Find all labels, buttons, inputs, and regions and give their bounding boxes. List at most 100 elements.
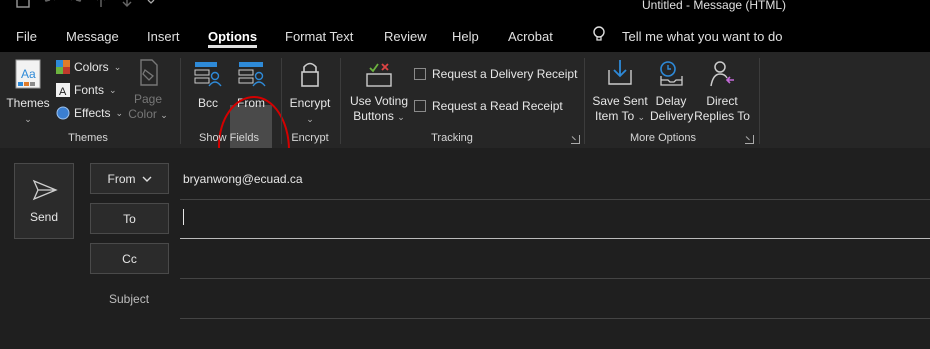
to-input-caret <box>183 209 184 225</box>
encrypt-label-text: Encrypt <box>289 96 331 110</box>
group-divider <box>584 58 585 144</box>
themes-icon: Aa <box>15 59 41 89</box>
from-row-divider <box>180 199 930 200</box>
page-color-label-2: Color ⌄ <box>128 107 168 123</box>
bcc-button[interactable]: Bcc <box>191 58 225 111</box>
tell-me-search[interactable]: Tell me what you want to do <box>622 29 782 44</box>
tab-help[interactable]: Help <box>452 29 479 44</box>
direct-label-1: Direct <box>706 94 738 108</box>
send-button[interactable]: Send <box>14 163 74 239</box>
customize-qat-icon[interactable] <box>146 0 162 10</box>
tab-acrobat[interactable]: Acrobat <box>508 29 553 44</box>
cc-button[interactable]: Cc <box>90 243 169 274</box>
group-divider <box>759 58 760 144</box>
from-icon <box>238 62 266 87</box>
checkbox-box[interactable] <box>414 68 426 80</box>
lock-icon <box>301 62 319 87</box>
svg-text:Aa: Aa <box>21 67 36 81</box>
voting-icon <box>366 63 392 87</box>
direct-replies-icon <box>710 61 734 87</box>
delay-delivery-button[interactable]: Delay Delivery <box>650 58 694 124</box>
encrypt-label: Encrypt <box>288 96 332 111</box>
to-button[interactable]: To <box>90 203 169 234</box>
lightbulb-icon <box>592 25 606 45</box>
active-tab-indicator <box>208 45 257 48</box>
fonts-icon: A <box>56 83 70 97</box>
group-divider <box>340 58 341 144</box>
from-dropdown-button[interactable]: From <box>90 163 169 194</box>
send-icon <box>32 179 58 201</box>
window-title: Untitled - Message (HTML) <box>642 0 787 12</box>
chevron-down-icon <box>142 176 151 182</box>
subject-label: Subject <box>109 292 150 306</box>
encrypt-button[interactable]: Encrypt ⌄ <box>288 58 332 127</box>
voting-label-2-text: Buttons <box>353 109 394 123</box>
cc-input[interactable] <box>180 278 930 279</box>
more-options-group-label: More Options <box>629 132 697 144</box>
colors-button[interactable]: Colors ⌄ <box>56 60 121 74</box>
effects-label: Effects <box>74 106 111 120</box>
page-color-button[interactable]: Page Color ⌄ <box>128 58 168 123</box>
checkbox-box[interactable] <box>414 100 426 112</box>
to-button-label: To <box>123 211 136 226</box>
themes-button[interactable]: Aa Themes ⌄ <box>6 58 50 127</box>
read-receipt-checkbox[interactable]: Request a Read Receipt <box>414 99 563 113</box>
down-arrow-icon[interactable] <box>120 0 136 10</box>
chevron-down-icon: ⌄ <box>397 112 405 122</box>
quick-access-toolbar <box>16 0 162 10</box>
use-voting-buttons-button[interactable]: Use Voting Buttons ⌄ <box>348 58 410 125</box>
tab-insert[interactable]: Insert <box>147 29 180 44</box>
delay-label-2: Delivery <box>650 109 694 123</box>
show-fields-group-label: Show Fields <box>199 132 259 144</box>
redo-icon[interactable] <box>68 0 84 10</box>
to-input[interactable] <box>180 238 930 239</box>
tab-format-text[interactable]: Format Text <box>285 29 353 44</box>
group-divider <box>281 58 282 144</box>
save-icon[interactable] <box>16 0 32 10</box>
save-sent-label-2-text: Item To <box>594 109 635 123</box>
tracking-group-label: Tracking <box>431 132 473 144</box>
from-address: bryanwong@ecuad.ca <box>183 172 303 186</box>
cc-button-label: Cc <box>122 251 137 266</box>
chevron-down-icon: ⌄ <box>113 61 122 72</box>
svg-text:A: A <box>59 86 67 97</box>
themes-group-label: Themes <box>68 132 108 144</box>
themes-label: Themes <box>6 96 50 110</box>
ribbon-tabs: File Message Insert Options Format Text … <box>0 14 930 52</box>
chevron-down-icon: ⌄ <box>306 114 314 124</box>
delivery-receipt-label: Request a Delivery Receipt <box>432 67 578 81</box>
chevron-down-icon: ⌄ <box>24 114 32 124</box>
encrypt-group-label: Encrypt <box>291 132 329 144</box>
from-button-label: From <box>107 171 136 186</box>
tab-file[interactable]: File <box>16 29 37 44</box>
colors-label: Colors <box>74 60 109 74</box>
fonts-button[interactable]: A Fonts ⌄ <box>56 83 117 97</box>
voting-label-1: Use Voting <box>349 94 409 108</box>
chevron-down-icon: ⌄ <box>637 112 646 122</box>
ribbon: Aa Themes ⌄ Colors ⌄ A Fonts ⌄ Effects ⌄… <box>0 52 930 200</box>
chevron-down-icon: ⌄ <box>115 107 124 118</box>
tab-message[interactable]: Message <box>66 29 119 44</box>
chevron-down-icon: ⌄ <box>160 110 168 120</box>
tracking-dialog-launcher-icon[interactable] <box>571 135 580 144</box>
effects-button[interactable]: Effects ⌄ <box>56 106 123 120</box>
subject-input[interactable] <box>180 318 930 319</box>
direct-replies-to-button[interactable]: Direct Replies To <box>694 58 750 124</box>
more-options-dialog-launcher-icon[interactable] <box>745 135 754 144</box>
save-sent-label-1: Save Sent <box>592 94 648 108</box>
delivery-receipt-checkbox[interactable]: Request a Delivery Receipt <box>414 67 577 81</box>
read-receipt-label: Request a Read Receipt <box>432 99 563 113</box>
colors-icon <box>56 60 70 74</box>
effects-icon <box>56 106 70 120</box>
bcc-label: Bcc <box>197 96 218 110</box>
save-sent-item-button[interactable]: Save Sent Item To ⌄ <box>590 58 650 125</box>
up-arrow-icon[interactable] <box>94 0 110 10</box>
delay-label-1: Delay <box>655 94 687 108</box>
direct-label-2: Replies To <box>694 109 750 123</box>
save-sent-icon <box>608 60 632 85</box>
voting-label-2: Buttons ⌄ <box>348 109 410 125</box>
page-color-icon <box>140 59 158 86</box>
undo-icon[interactable] <box>42 0 58 10</box>
tab-review[interactable]: Review <box>384 29 427 44</box>
tab-options[interactable]: Options <box>208 29 257 44</box>
